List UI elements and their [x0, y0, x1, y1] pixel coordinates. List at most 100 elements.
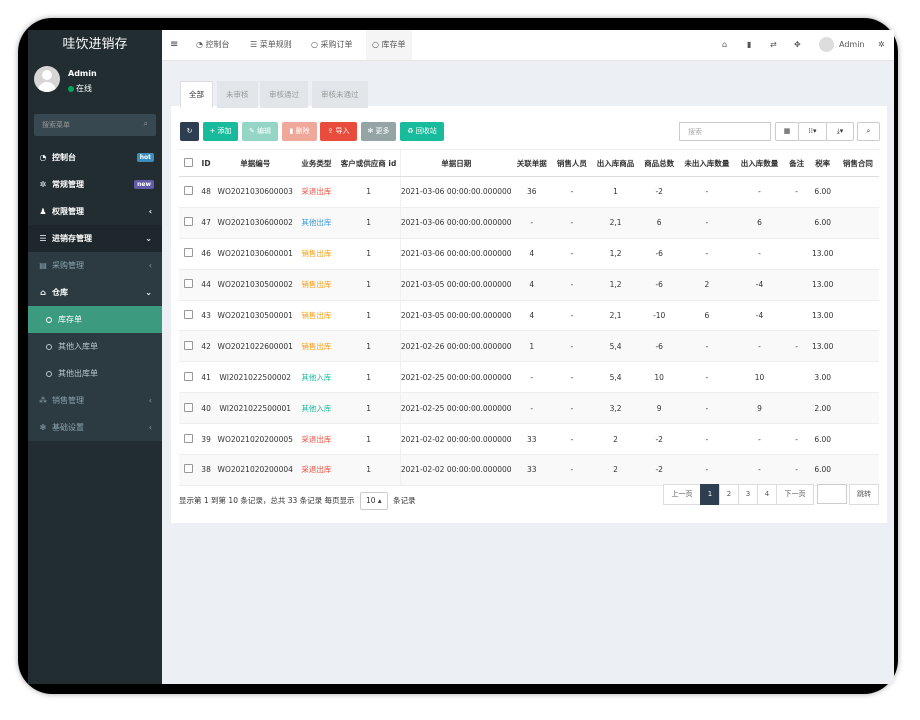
- sidebar-search-input[interactable]: 搜索菜单: [42, 120, 70, 130]
- sidebar-item-warehouse[interactable]: ⌂ 仓库 ⌄: [28, 279, 162, 306]
- prev-page-button[interactable]: 上一页: [663, 484, 701, 505]
- circle-icon: [46, 343, 52, 350]
- export-button[interactable]: ⤓▾: [826, 122, 854, 141]
- sidebar-item-basic-settings[interactable]: ✻ 基础设置 ‹: [28, 414, 162, 441]
- sidebar-search[interactable]: 搜索菜单 ⌕: [34, 114, 156, 136]
- sidebar-item-stock-order[interactable]: 库存单: [28, 306, 162, 333]
- translate-icon[interactable]: ⇄: [770, 40, 777, 49]
- col-tax[interactable]: 税率: [808, 149, 837, 177]
- avatar[interactable]: [819, 37, 834, 52]
- tab-all[interactable]: 全部: [180, 81, 213, 108]
- sidebar-item-label: 基础设置: [52, 423, 84, 432]
- row-checkbox[interactable]: [179, 392, 198, 425]
- refresh-button[interactable]: ↻: [180, 122, 199, 141]
- table-row[interactable]: 40 WI2021022500001 其他入库 1 2021-02-25 00:00:0…: [179, 392, 879, 425]
- sidebar-item-general[interactable]: ✲ 常规管理 new: [28, 171, 162, 198]
- table-row[interactable]: 38 WO2021020200004 采退出库 1 2021-02-02 00:00:0…: [179, 454, 879, 486]
- table-row[interactable]: 48 WO2021030600003 采退出库 1 2021-03-06 00:00:0…: [179, 176, 879, 208]
- app-logo[interactable]: 哇饮进销存: [28, 30, 162, 60]
- row-checkbox[interactable]: [179, 330, 198, 363]
- page-size-select[interactable]: 10 ▴: [359, 492, 388, 510]
- tab-label: 菜单规则: [259, 40, 292, 49]
- table-row[interactable]: 42 WO2021022600001 销售出库 1 2021-02-26 00:00:0…: [179, 330, 879, 363]
- row-checkbox[interactable]: [179, 423, 198, 456]
- tab-menu-rules[interactable]: ☰ 菜单规则: [250, 30, 292, 60]
- col-related[interactable]: 关联单据: [511, 149, 552, 177]
- advanced-search-button[interactable]: ⌕: [857, 122, 880, 141]
- cell-id: 42: [197, 330, 216, 363]
- col-doc-date[interactable]: 单据日期: [399, 149, 512, 177]
- page-size-value: 10: [365, 496, 376, 505]
- sidebar-item-other-inbound[interactable]: 其他入库单: [28, 333, 162, 360]
- page-3-button[interactable]: 3: [738, 484, 758, 505]
- col-doc-no[interactable]: 单据编号: [215, 149, 296, 177]
- select-all-checkbox[interactable]: [179, 149, 198, 177]
- jump-page-input[interactable]: [817, 484, 847, 504]
- tab-stock-order[interactable]: ○ 库存单: [366, 30, 412, 60]
- cell-biz-type: 销售出库: [295, 269, 338, 301]
- add-button[interactable]: + 添加: [203, 122, 238, 141]
- row-checkbox[interactable]: [179, 176, 198, 208]
- row-checkbox[interactable]: [179, 361, 198, 394]
- import-button[interactable]: ⇪ 导入: [320, 122, 357, 141]
- table-row[interactable]: 39 WO2021020200005 采退出库 1 2021-02-02 00:00:0…: [179, 423, 879, 456]
- col-contract[interactable]: 销售合同: [836, 149, 879, 177]
- columns-button[interactable]: ⁞⁞▾: [798, 122, 827, 141]
- sidebar-item-dashboard[interactable]: ◔ 控制台 hot: [28, 144, 162, 171]
- search-icon[interactable]: ⌕: [144, 119, 148, 129]
- cell-note: -: [784, 454, 809, 486]
- sidebar-item-inventory-mgmt[interactable]: ☰ 进销存管理 ⌄: [28, 225, 162, 252]
- topbar-user-name[interactable]: Admin: [839, 40, 865, 49]
- edit-button[interactable]: ✎ 编辑: [242, 122, 278, 141]
- row-checkbox[interactable]: [179, 207, 198, 239]
- tab-dashboard[interactable]: ◔ 控制台: [196, 30, 230, 60]
- col-unout[interactable]: 未出入库数量: [679, 149, 735, 177]
- col-goods[interactable]: 出入库商品: [591, 149, 640, 177]
- table-search-input[interactable]: 搜索: [679, 122, 771, 141]
- col-total[interactable]: 商品总数: [639, 149, 680, 177]
- cell-total: 6: [639, 207, 680, 239]
- tab-approved[interactable]: 审核通过: [260, 81, 308, 108]
- sidebar-item-purchase[interactable]: ▤ 采购管理 ‹: [28, 252, 162, 279]
- col-note[interactable]: 备注: [784, 149, 809, 177]
- cell-note: [784, 300, 809, 332]
- table-row[interactable]: 41 WI2021022500002 其他入库 1 2021-02-25 00:00:0…: [179, 361, 879, 394]
- page-4-button[interactable]: 4: [757, 484, 777, 505]
- checkbox-icon: [183, 340, 193, 350]
- fullscreen-icon[interactable]: ✥: [794, 40, 801, 49]
- row-checkbox[interactable]: [179, 238, 198, 270]
- cell-sales: -: [551, 300, 592, 332]
- delete-button[interactable]: ▮ 删除: [282, 122, 317, 141]
- col-sales[interactable]: 销售人员: [551, 149, 592, 177]
- jump-button[interactable]: 跳转: [849, 484, 879, 505]
- tab-unreviewed[interactable]: 未审核: [217, 81, 258, 108]
- table-row[interactable]: 44 WO2021030500002 销售出库 1 2021-03-05 00:00:0…: [179, 269, 879, 301]
- tab-purchase-order[interactable]: ○ 采购订单: [311, 30, 353, 60]
- sidebar-item-permissions[interactable]: ♟ 权限管理 ‹: [28, 198, 162, 225]
- page-2-button[interactable]: 2: [719, 484, 739, 505]
- table-row[interactable]: 46 WO2021030600001 销售出库 1 2021-03-06 00:00:0…: [179, 238, 879, 270]
- more-button[interactable]: ✻ 更多: [361, 122, 396, 141]
- col-customer[interactable]: 客户或供应商 id: [337, 149, 401, 177]
- home-icon[interactable]: ⌂: [722, 40, 727, 49]
- cell-sales: -: [551, 423, 592, 456]
- col-out[interactable]: 出入库数量: [734, 149, 785, 177]
- menu-toggle-icon[interactable]: ≡: [170, 39, 178, 50]
- cell-customer: 1: [337, 330, 401, 363]
- page-1-button[interactable]: 1: [700, 484, 720, 505]
- table-row[interactable]: 43 WO2021030500001 销售出库 1 2021-03-05 00:00:0…: [179, 300, 879, 332]
- toggle-view-button[interactable]: ▦: [775, 122, 799, 141]
- recycle-bin-button[interactable]: ♻ 回收站: [400, 122, 444, 141]
- row-checkbox[interactable]: [179, 454, 198, 486]
- next-page-button[interactable]: 下一页: [776, 484, 814, 505]
- trash-icon[interactable]: ▮: [747, 40, 751, 49]
- col-id[interactable]: ID: [197, 149, 216, 177]
- sidebar-item-sales[interactable]: ⁂ 销售管理 ‹: [28, 387, 162, 414]
- table-row[interactable]: 47 WO2021030600002 其他出库 1 2021-03-06 00:00:0…: [179, 207, 879, 239]
- row-checkbox[interactable]: [179, 269, 198, 301]
- row-checkbox[interactable]: [179, 300, 198, 332]
- tab-rejected[interactable]: 审核未通过: [312, 81, 368, 108]
- col-biz-type[interactable]: 业务类型: [295, 149, 338, 177]
- sidebar-item-other-outbound[interactable]: 其他出库单: [28, 360, 162, 387]
- gears-icon[interactable]: ✲: [878, 40, 885, 49]
